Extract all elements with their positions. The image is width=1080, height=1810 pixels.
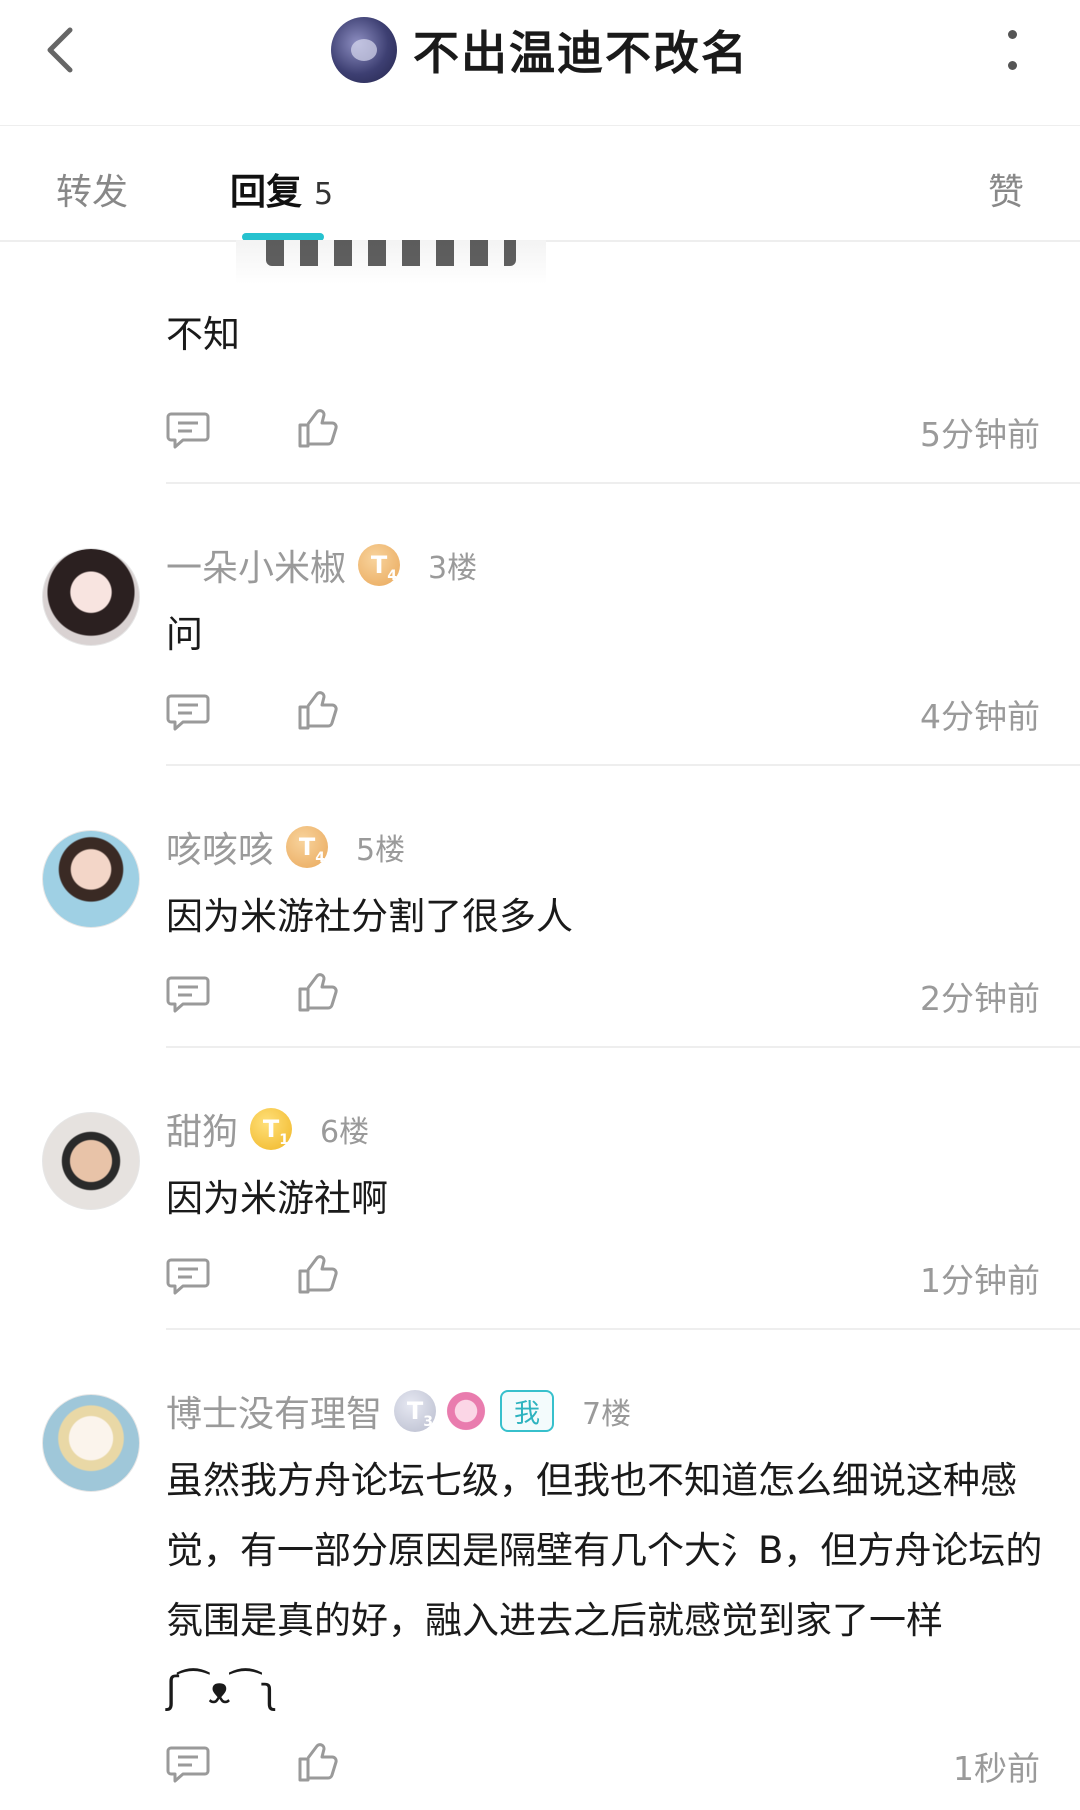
username[interactable]: 一朵小米椒 [166, 539, 346, 591]
comment-time: 2分钟前 [920, 979, 1040, 1018]
comment-divider [166, 764, 1080, 766]
comment-actions: 2分钟前 [166, 964, 1040, 1024]
comment-time: 5分钟前 [920, 415, 1040, 454]
comment-time: 1秒前 [953, 1749, 1040, 1788]
comment-actions: 5分钟前 [166, 400, 1040, 460]
thumbs-up-icon[interactable] [296, 970, 340, 1014]
floor-number: 6楼 [320, 1115, 370, 1150]
comment-header: 甜狗 T1 6楼 [166, 1104, 369, 1154]
reply-comment-icon[interactable] [166, 690, 210, 734]
comment-divider [166, 1046, 1080, 1048]
comment-divider [166, 482, 1080, 484]
comment-content: 不知 [166, 313, 240, 356]
header-title-group[interactable]: 不出温迪不改名 [0, 14, 1080, 86]
page-title: 不出温迪不改名 [413, 26, 749, 80]
thumbs-up-icon[interactable] [296, 1252, 340, 1296]
floor-number: 3楼 [428, 551, 478, 586]
tab-reply-count: 5 [314, 177, 334, 212]
comment-content: 因为米游社啊 [166, 1177, 388, 1220]
level-t3-badge-icon: T3 [394, 1390, 437, 1432]
comment-time: 4分钟前 [920, 697, 1040, 736]
thumbs-up-icon[interactable] [296, 406, 340, 450]
me-tag: 我 [500, 1390, 555, 1432]
comment-header: 博士没有理智 T3 我 7楼 [166, 1386, 631, 1436]
reply-comment-icon[interactable] [166, 1254, 210, 1298]
floor-number: 5楼 [356, 833, 406, 868]
comment-content: 虽然我方舟论坛七级，但我也不知道怎么细说这种感觉，有一部分原因是隔壁有几个大氵B… [166, 1459, 1043, 1712]
avatar[interactable] [42, 830, 140, 928]
comment-content: 因为米游社分割了很多人 [166, 895, 573, 938]
level-t1-badge-icon: T1 [250, 1108, 293, 1150]
reply-comment-icon[interactable] [166, 408, 210, 452]
comment-content: 问 [166, 613, 203, 656]
username[interactable]: 博士没有理智 [166, 1385, 382, 1437]
header: 不出温迪不改名 [0, 0, 1080, 126]
more-options-button[interactable] [1004, 30, 1020, 70]
username[interactable]: 咳咳咳 [166, 821, 274, 873]
more-vertical-icon-dot [1007, 30, 1017, 39]
comment-divider [166, 1328, 1080, 1330]
tab-like[interactable]: 赞 [988, 163, 1024, 215]
thumbs-up-icon[interactable] [296, 1740, 340, 1784]
more-vertical-icon-dot [1007, 61, 1017, 70]
avatar[interactable] [42, 548, 140, 646]
floor-number: 7楼 [582, 1397, 632, 1432]
header-avatar[interactable] [331, 17, 397, 83]
thumbs-up-icon[interactable] [296, 688, 340, 732]
reply-comment-icon[interactable] [166, 1742, 210, 1786]
comment-header: 一朵小米椒 T4 3楼 [166, 540, 477, 590]
tab-bar: 转发 回复 5 赞 [0, 127, 1080, 242]
comment-header: 咳咳咳 T4 5楼 [166, 822, 405, 872]
reply-comment-icon[interactable] [166, 972, 210, 1016]
reply-image-partial[interactable] [236, 240, 546, 284]
tab-reply[interactable]: 回复 5 [230, 163, 333, 215]
level-t4-badge-icon: T4 [286, 826, 329, 868]
avatar[interactable] [42, 1394, 140, 1492]
comment-actions: 1分钟前 [166, 1246, 1040, 1306]
username[interactable]: 甜狗 [166, 1103, 238, 1155]
tab-reply-label: 回复 [230, 172, 303, 213]
comment-actions: 4分钟前 [166, 682, 1040, 742]
comment-time: 1分钟前 [920, 1261, 1040, 1300]
comment-actions: 1秒前 [166, 1734, 1040, 1794]
tab-forward[interactable]: 转发 [56, 163, 128, 215]
avatar[interactable] [42, 1112, 140, 1210]
level-t4-badge-icon: T4 [358, 544, 401, 586]
fan-medal-badge-icon [444, 1389, 489, 1433]
